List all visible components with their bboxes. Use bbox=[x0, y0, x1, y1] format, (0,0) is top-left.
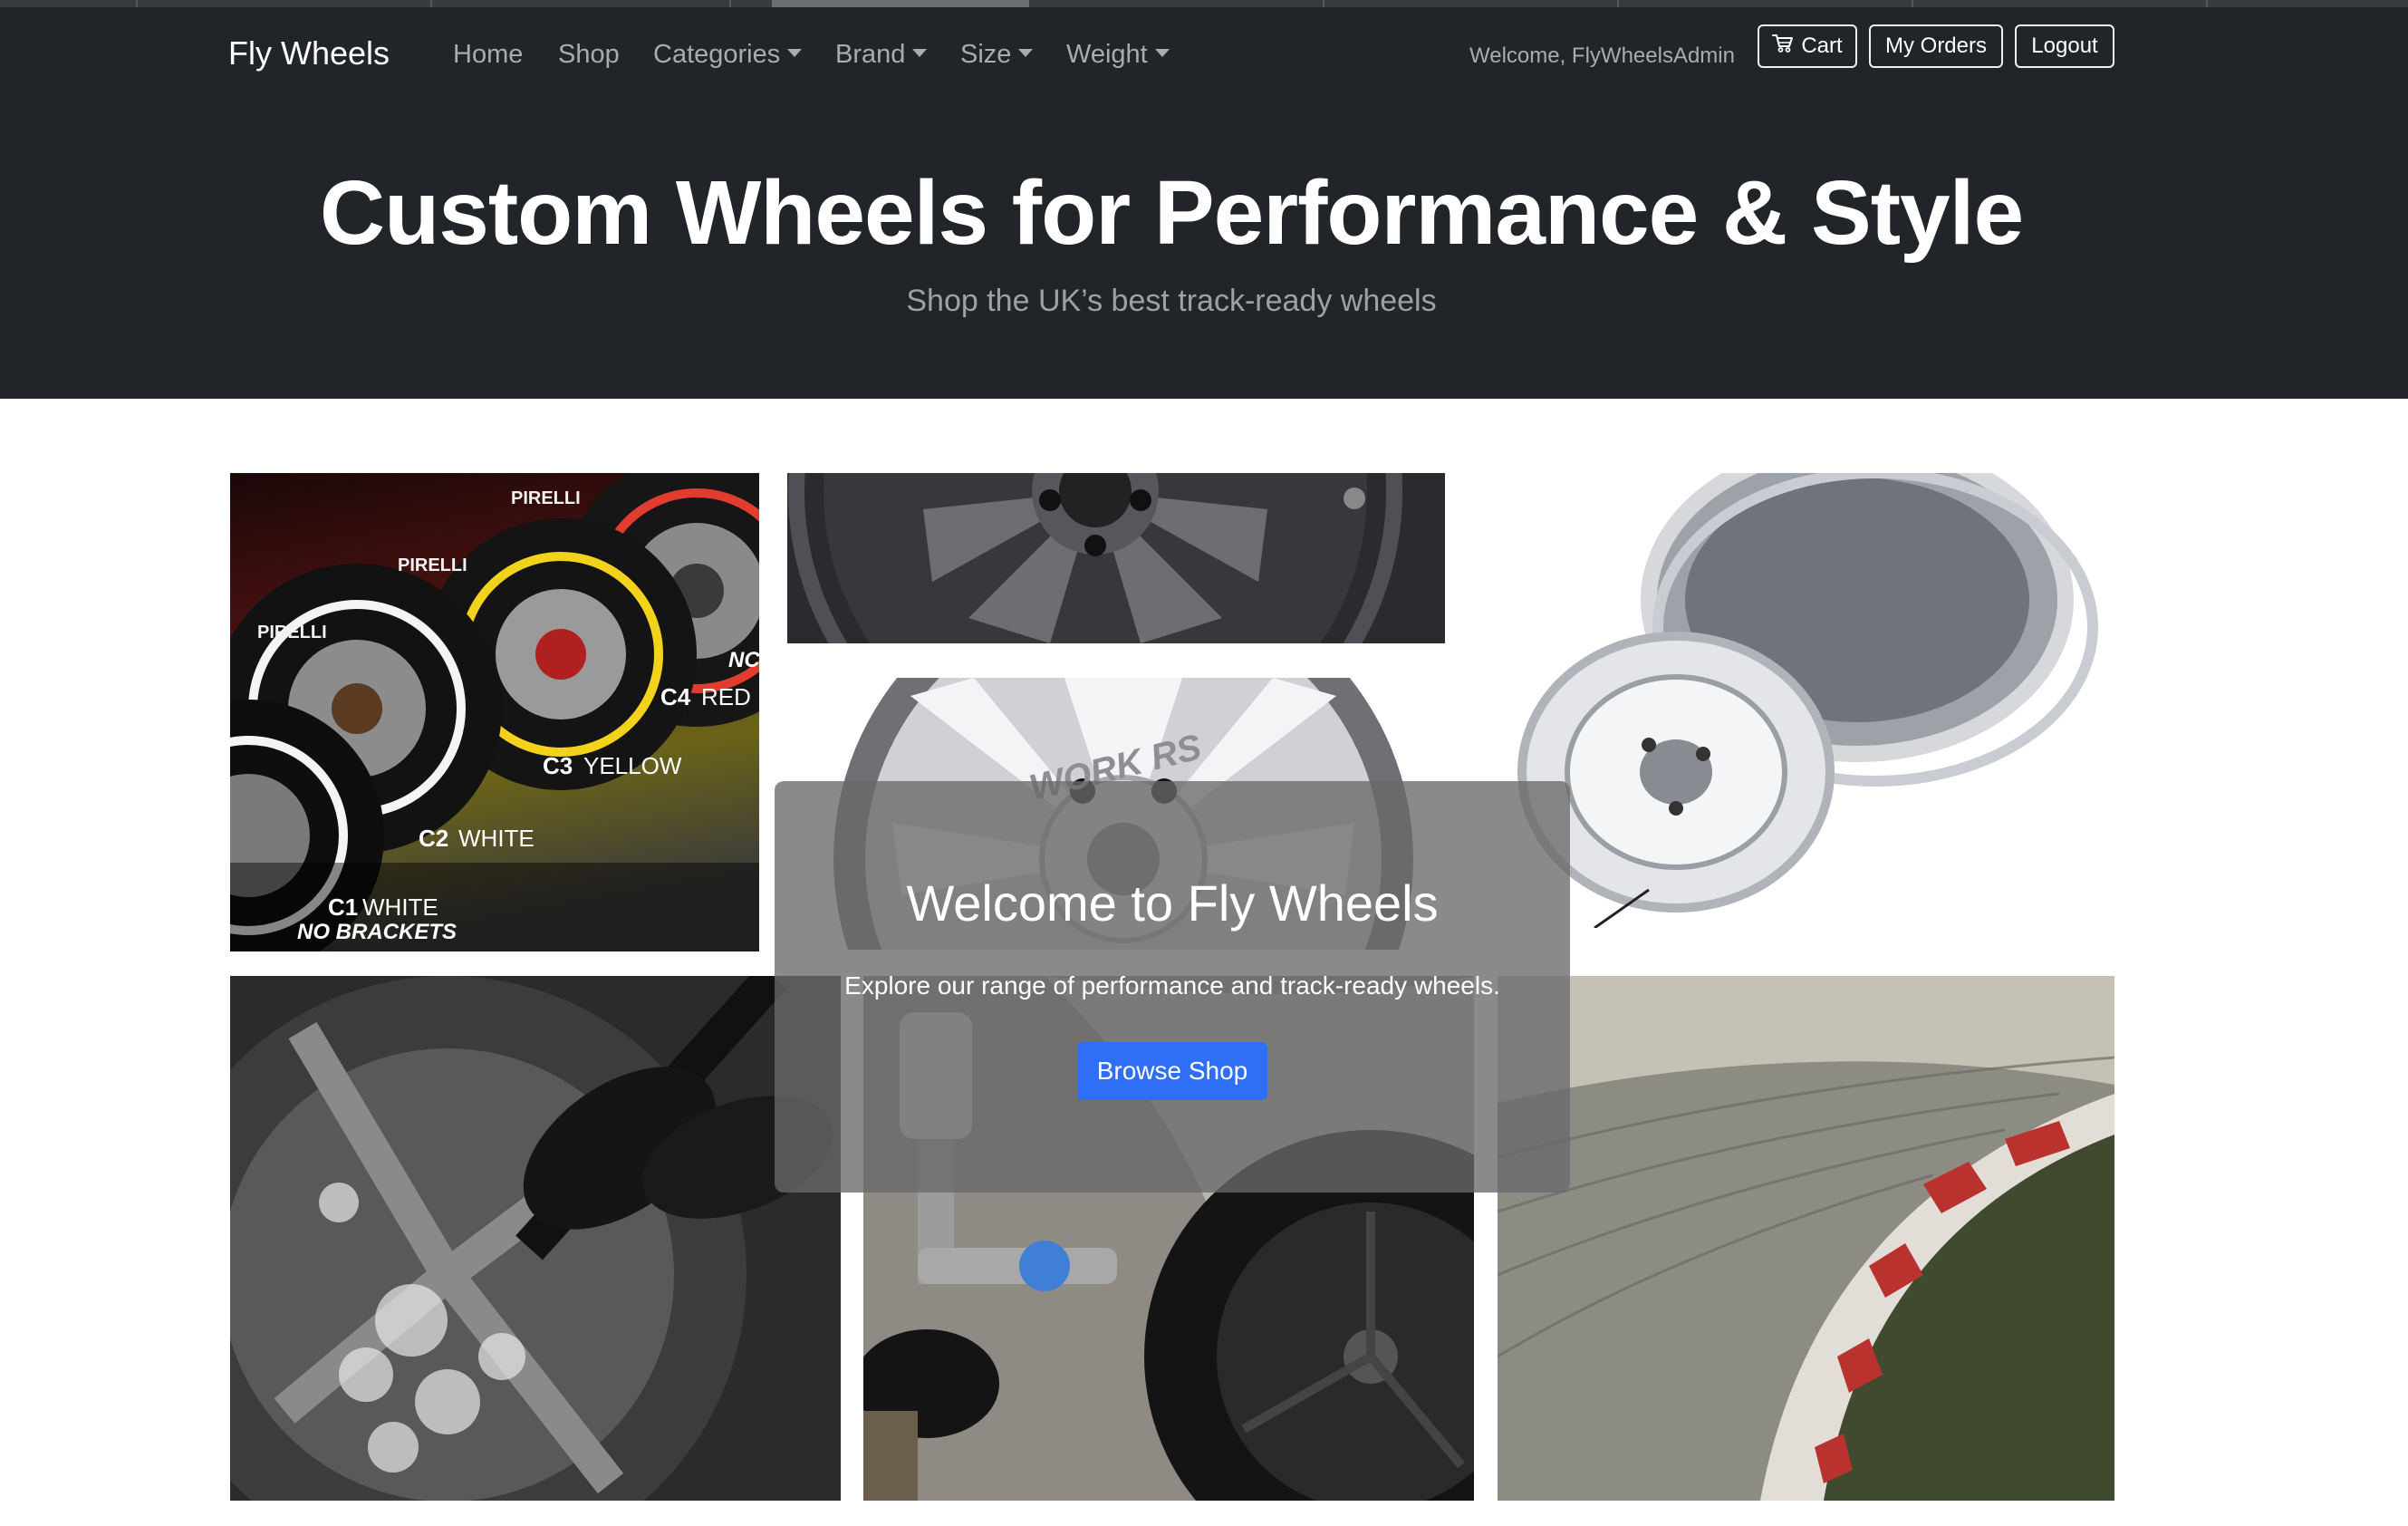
dark-alloy-wheel-image bbox=[787, 473, 1445, 643]
nav-link-shop[interactable]: Shop bbox=[558, 40, 620, 70]
tyre-label-c1: C1 bbox=[328, 893, 358, 921]
cart-icon bbox=[1772, 34, 1794, 60]
my-orders-button[interactable]: My Orders bbox=[1869, 24, 2003, 68]
hero-title: Custom Wheels for Performance & Style bbox=[319, 162, 2024, 264]
tyre-label-c1-color: WHITE bbox=[362, 893, 438, 921]
pirelli-brand-red: PIRELLI bbox=[511, 488, 581, 508]
chrome-rim-image bbox=[1495, 473, 2114, 928]
active-tab-indicator bbox=[772, 0, 1029, 7]
logout-button[interactable]: Logout bbox=[2015, 24, 2114, 68]
hero-subtitle: Shop the UK’s best track-ready wheels bbox=[906, 284, 1437, 318]
caret-down-icon bbox=[1018, 48, 1034, 57]
caret-down-icon bbox=[912, 48, 928, 57]
nav-dropdown-brand[interactable]: Brand bbox=[835, 40, 928, 70]
navbar-brand[interactable]: Fly Wheels bbox=[228, 34, 390, 72]
cart-button-label: Cart bbox=[1801, 34, 1843, 58]
tyre-label-no-brackets: NO BRACKETS bbox=[297, 920, 457, 944]
tyre-label-c2-color: WHITE bbox=[458, 825, 535, 852]
nav-dropdown-categories[interactable]: Categories bbox=[653, 40, 803, 70]
browse-shop-button[interactable]: Browse Shop bbox=[1077, 1042, 1267, 1100]
pirelli-brand-white: PIRELLI bbox=[257, 623, 327, 642]
browser-tab-strip bbox=[0, 0, 2408, 7]
hero-section: Custom Wheels for Performance & Style Sh… bbox=[0, 98, 2408, 399]
welcome-overlay-card: Welcome to Fly Wheels Explore our range … bbox=[775, 781, 1570, 1193]
wheel-washing-image bbox=[230, 976, 841, 1501]
caret-down-icon bbox=[1154, 48, 1170, 57]
cart-button[interactable]: Cart bbox=[1758, 24, 1857, 68]
nav-dropdown-size-label: Size bbox=[960, 40, 1012, 69]
race-track-image bbox=[1498, 976, 2114, 1501]
nav-dropdown-weight[interactable]: Weight bbox=[1066, 40, 1170, 70]
tyre-edge-text: NC bbox=[728, 648, 759, 672]
tyre-label-c4-color: RED bbox=[701, 683, 751, 710]
top-navbar: Fly Wheels Home Shop Categories Brand Si… bbox=[0, 7, 2408, 98]
caret-down-icon bbox=[787, 48, 803, 57]
overlay-title: Welcome to Fly Wheels bbox=[906, 874, 1439, 932]
nav-dropdown-categories-label: Categories bbox=[653, 40, 781, 69]
tyre-label-c3-color: YELLOW bbox=[583, 752, 682, 779]
tyre-label-c2: C2 bbox=[419, 825, 448, 852]
nav-dropdown-weight-label: Weight bbox=[1066, 40, 1148, 69]
welcome-message: Welcome, FlyWheelsAdmin bbox=[1469, 43, 1735, 68]
nav-link-home[interactable]: Home bbox=[453, 40, 523, 70]
tyre-label-c3: C3 bbox=[543, 752, 573, 779]
nav-dropdown-size[interactable]: Size bbox=[960, 40, 1034, 70]
nav-dropdown-brand-label: Brand bbox=[835, 40, 906, 69]
pirelli-brand-yellow: PIRELLI bbox=[398, 555, 467, 575]
pirelli-tyres-image: PIRELLI PIRELLI PIRELLI NC C4 RED C3 YEL… bbox=[230, 473, 759, 951]
tyre-label-c4: C4 bbox=[660, 683, 691, 710]
overlay-description: Explore our range of performance and tra… bbox=[844, 971, 1500, 1000]
